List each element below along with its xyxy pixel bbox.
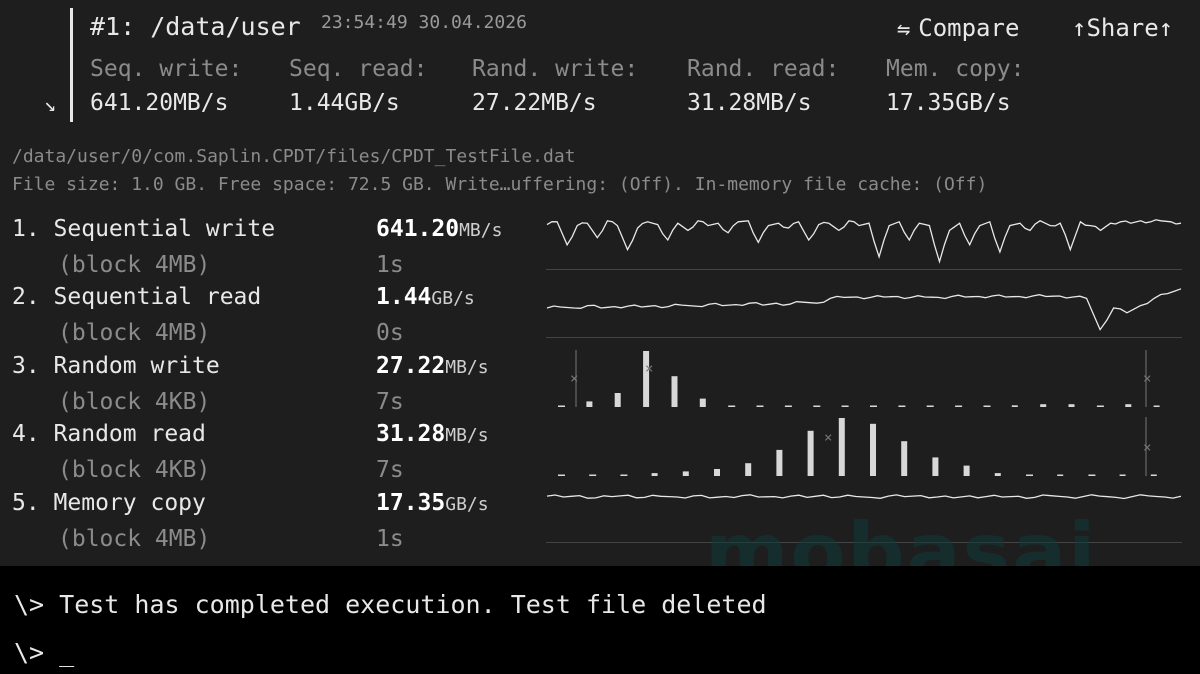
test-value-rand-write: 27.22MB/s	[376, 353, 489, 379]
svg-text:×: ×	[824, 430, 832, 446]
summary-label-rand-read: Rand. read:	[687, 56, 840, 82]
histogram-bar	[756, 405, 764, 407]
console-line: \> Test has completed execution. Test fi…	[14, 590, 767, 619]
result-title: #1: /data/user	[90, 12, 301, 41]
summary-label-seq-read: Seq. read:	[289, 56, 428, 82]
histogram-bar	[1011, 405, 1018, 407]
histogram-bar	[651, 473, 658, 476]
compare-button[interactable]: ⇋ Compare	[897, 14, 1019, 42]
histogram-bar	[558, 474, 565, 476]
histogram-bar	[838, 418, 845, 476]
histogram-bar	[1057, 474, 1064, 476]
histogram-bar	[589, 474, 597, 476]
swap-icon: ⇋	[897, 17, 911, 42]
collapse-arrow-icon[interactable]: ↘	[44, 92, 56, 116]
header-divider	[70, 8, 73, 122]
test-time-rand-write: 7s	[376, 389, 404, 415]
test-name-seq-write: 1. Sequential write	[12, 216, 276, 242]
histogram-bar	[1068, 404, 1075, 407]
histogram-bar	[901, 441, 908, 476]
histogram-bar	[1040, 404, 1047, 407]
test-time-rand-read: 7s	[376, 457, 404, 483]
histogram-bar	[643, 351, 650, 407]
test-file-path: /data/user/0/com.Saplin.CPDT/files/CPDT_…	[12, 146, 576, 167]
result-timestamp: 23:54:49 30.04.2026	[321, 12, 527, 33]
test-time-seq-write: 1s	[376, 252, 404, 278]
test-name-rand-write: 3. Random write	[12, 353, 220, 379]
histogram-bar	[671, 376, 678, 407]
histogram-bar	[745, 463, 752, 476]
histogram-bar	[898, 405, 906, 407]
histogram-bar	[614, 393, 621, 407]
histogram-bar	[870, 405, 877, 407]
histogram-bar	[813, 405, 821, 407]
histogram-bar	[955, 405, 963, 407]
rand-write-graph: × × ×	[558, 350, 1160, 407]
test-value-seq-write: 641.20MB/s	[376, 216, 503, 242]
summary-label-seq-write: Seq. write:	[90, 56, 243, 82]
histogram-bar	[1119, 474, 1126, 476]
rand-read-graph: × ×	[558, 417, 1157, 476]
summary-label-rand-write: Rand. write:	[472, 56, 639, 82]
histogram-bar	[620, 474, 628, 476]
test-block-seq-read: (block 4MB)	[58, 320, 211, 346]
histogram-bar	[932, 457, 939, 476]
graph-divider	[546, 269, 1182, 270]
histogram-bar	[1096, 405, 1104, 407]
test-block-rand-write: (block 4KB)	[58, 389, 211, 415]
share-button[interactable]: ↑Share↑	[1072, 14, 1173, 42]
histogram-bar	[926, 405, 934, 407]
histogram-bar	[1088, 474, 1096, 476]
test-block-rand-read: (block 4KB)	[58, 457, 211, 483]
test-block-mem-copy: (block 4MB)	[58, 526, 211, 552]
histogram-bar	[1150, 474, 1157, 476]
svg-text:×: ×	[570, 371, 578, 387]
compare-label: Compare	[918, 14, 1020, 42]
graph-divider	[546, 337, 1182, 338]
histogram-bar	[558, 405, 565, 407]
summary-value-rand-read: 31.28MB/s	[687, 90, 812, 116]
summary-value-rand-write: 27.22MB/s	[472, 90, 597, 116]
histogram-bar	[682, 471, 689, 476]
console-panel: \> Test has completed execution. Test fi…	[0, 566, 1200, 674]
share-label: ↑Share↑	[1072, 14, 1174, 42]
test-file-info: File size: 1.0 GB. Free space: 72.5 GB. …	[12, 174, 988, 195]
histogram-bar	[714, 469, 720, 476]
test-name-seq-read: 2. Sequential read	[12, 284, 262, 310]
seq-read-graph	[546, 288, 1182, 331]
histogram-bar	[870, 423, 876, 476]
svg-text:×: ×	[1143, 440, 1151, 456]
test-name-mem-copy: 5. Memory copy	[12, 490, 206, 516]
test-time-seq-read: 0s	[376, 320, 404, 346]
test-value-seq-read: 1.44GB/s	[376, 284, 475, 310]
histogram-bar	[699, 398, 706, 407]
test-block-seq-write: (block 4MB)	[58, 252, 211, 278]
test-time-mem-copy: 1s	[376, 526, 404, 552]
test-name-rand-read: 4. Random read	[12, 421, 206, 447]
seq-write-graph	[546, 219, 1182, 264]
svg-text:×: ×	[1143, 371, 1151, 387]
summary-label-mem-copy: Mem. copy:	[886, 56, 1025, 82]
histogram-bar	[963, 465, 970, 476]
console-prompt[interactable]: \> _	[14, 638, 74, 667]
histogram-bar	[841, 405, 849, 407]
summary-value-seq-write: 641.20MB/s	[90, 90, 229, 116]
histogram-bar	[994, 473, 1001, 476]
histogram-bar	[1026, 474, 1033, 476]
svg-text:×: ×	[645, 361, 653, 377]
test-value-rand-read: 31.28MB/s	[376, 421, 489, 447]
summary-value-seq-read: 1.44GB/s	[289, 90, 400, 116]
histogram-bar	[807, 430, 814, 476]
histogram-bar	[728, 405, 736, 407]
histogram-bar	[784, 405, 792, 407]
test-value-mem-copy: 17.35GB/s	[376, 490, 489, 516]
histogram-bar	[1125, 404, 1132, 407]
histogram-bar	[983, 405, 991, 407]
histogram-bar	[586, 401, 593, 407]
histogram-bar	[1153, 405, 1160, 407]
summary-value-mem-copy: 17.35GB/s	[886, 90, 1011, 116]
histogram-bar	[776, 449, 783, 476]
